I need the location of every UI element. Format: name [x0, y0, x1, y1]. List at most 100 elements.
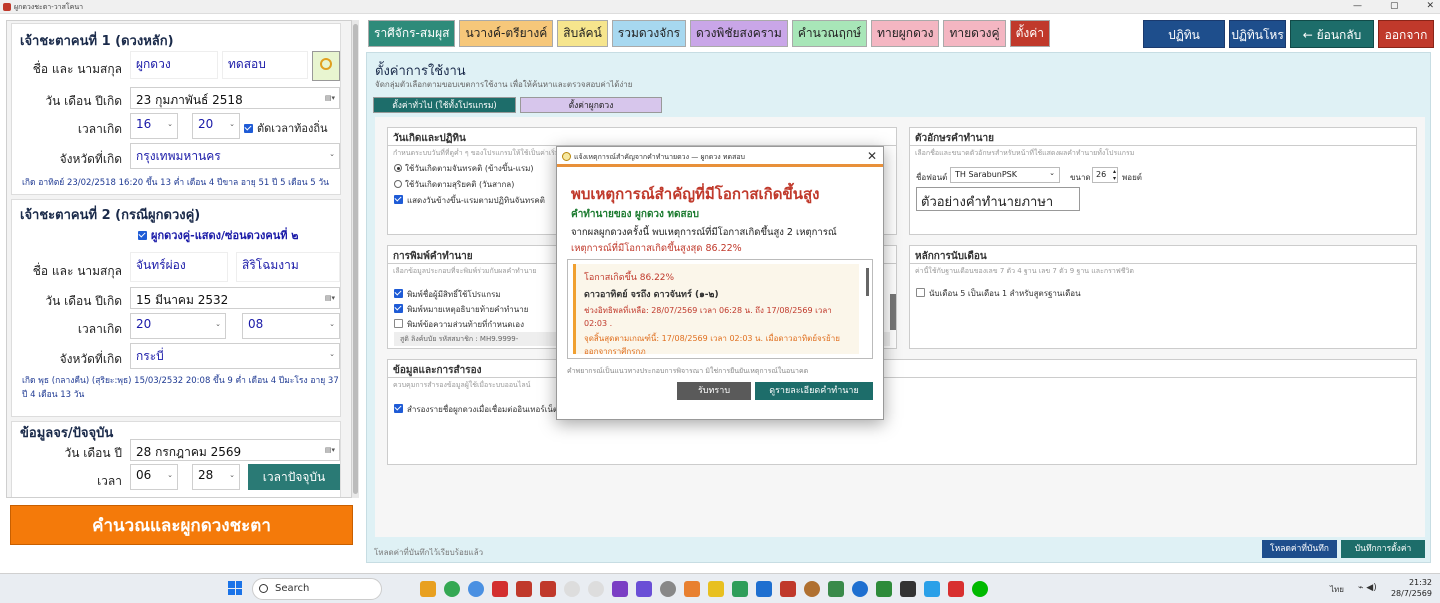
sun-icon	[562, 152, 571, 161]
tab-6[interactable]: ทายผูกดวง	[871, 20, 940, 47]
app-yellow-icon[interactable]	[708, 581, 724, 597]
tab-3[interactable]: รวมดวงจักร	[611, 20, 687, 47]
app-sky-icon[interactable]	[924, 581, 940, 597]
app-green2-icon[interactable]	[828, 581, 844, 597]
back-button[interactable]: ← ย้อนกลับ	[1290, 20, 1374, 48]
now-time-button[interactable]: เวลาปัจจุบัน	[248, 464, 340, 490]
tab-8[interactable]: ตั้งค่า	[1009, 20, 1050, 47]
acknowledge-button[interactable]: รับทราบ	[677, 382, 751, 400]
person1-minute-select[interactable]: 20 ⌄	[192, 113, 240, 139]
person2-first-name-field[interactable]: จันทร์ผ่อง	[130, 252, 228, 282]
network-volume-icons[interactable]: ⌁ ◀)	[1358, 583, 1377, 593]
chrome-icon[interactable]	[444, 581, 460, 597]
save-settings-button[interactable]: บันทึกการตั้งค่า	[1341, 540, 1425, 558]
print-footer-label: พิมพ์ข้อความส่วนท้ายที่กำหนดเอง	[407, 320, 524, 329]
app-orange-icon[interactable]	[684, 581, 700, 597]
tab-0[interactable]: ราศีจักร-สมผุส	[368, 20, 456, 47]
pair-toggle-checkbox[interactable]: ผูกดวงคู่-แสดง/ซ่อนดวงคนที่ ๒	[138, 226, 299, 244]
maximize-icon[interactable]: ▢	[1390, 1, 1399, 11]
print-panel-title: การพิมพ์คำทำนาย	[393, 251, 473, 262]
calculate-button[interactable]: คำนวณและผูกดวงชะตา	[10, 505, 353, 545]
close-icon[interactable]: ✕	[867, 149, 877, 163]
tab-2[interactable]: สิบลัคน์	[557, 20, 608, 47]
stepper-arrows-icon[interactable]: ▴ ▾	[1113, 168, 1116, 182]
clock[interactable]: 21:32 28/7/2569	[1391, 577, 1432, 599]
person2-hour-select[interactable]: 20 ⌄	[130, 313, 226, 339]
show-lunar-checkbox[interactable]: แสดงวันข้างขึ้น-แรมตามปฏิทินจันทรคติ	[394, 194, 545, 207]
person1-dob-picker[interactable]: 23 กุมภาพันธ์ 2518 ▤▾	[130, 87, 340, 109]
person2-dob-label: วัน เดือน ปีเกิด	[45, 294, 122, 308]
close-window-icon[interactable]: ✕	[1426, 1, 1434, 11]
solar-birth-radio[interactable]: ใช้วันเกิดตามสุริยคติ (วันสากล)	[394, 178, 514, 191]
print-footer-checkbox[interactable]: พิมพ์ข้อความส่วนท้ายที่กำหนดเอง	[394, 318, 524, 331]
app-thai2-icon[interactable]	[540, 581, 556, 597]
font-name-select[interactable]: TH SarabunPSK ⌄	[950, 167, 1060, 183]
person1-province-select[interactable]: กรุงเทพมหานคร ⌄	[130, 143, 340, 169]
app-blue-icon[interactable]	[756, 581, 772, 597]
taskbar-search[interactable]: Search	[252, 578, 382, 600]
font-panel-desc: เลือกชื่อและขนาดตัวอักษรสำหรับหน้าที่ใช้…	[915, 149, 1135, 157]
left-scrollbar[interactable]	[352, 20, 359, 498]
exit-button[interactable]: ออกจาก	[1378, 20, 1434, 48]
print-licensee-checkbox[interactable]: พิมพ์ชื่อผู้มีสิทธิ์ใช้โปรแกรม	[394, 288, 501, 301]
app-red2-icon[interactable]	[780, 581, 796, 597]
print-notes-checkbox[interactable]: พิมพ์หมายเหตุอธิบายท้ายคำทำนาย	[394, 303, 528, 316]
tab-general-settings[interactable]: ตั้งค่าทั่วไป (ใช้ทั้งโปรแกรม)	[373, 97, 516, 113]
checkbox-checked-icon	[244, 124, 253, 133]
app-red3-icon[interactable]	[948, 581, 964, 597]
current-minute-select[interactable]: 28 ⌄	[192, 464, 240, 490]
chevron-down-icon: ⌄	[229, 471, 235, 479]
calendar-button[interactable]: ปฏิทิน	[1143, 20, 1225, 48]
scrollbar-thumb[interactable]	[353, 24, 358, 494]
view-prediction-button[interactable]: ดูรายละเอียดคำทำนาย	[755, 382, 873, 400]
backup-checkbox[interactable]: สำรองรายชื่อผูกดวงเมื่อเชื่อมต่ออินเทอร์…	[394, 403, 558, 416]
event-card: โอกาสเกิดขึ้น 86.22% ดาวอาทิตย์ จรถึง ดา…	[573, 264, 859, 354]
visual-studio-icon[interactable]	[612, 581, 628, 597]
person2-last-name-field[interactable]: สิริโฉมงาม	[236, 252, 340, 282]
app-brown-icon[interactable]	[804, 581, 820, 597]
tab-1[interactable]: นวางค์-ตรียางค์	[459, 20, 554, 47]
edge-icon[interactable]	[468, 581, 484, 597]
person1-first-name-field[interactable]: ผูกดวง	[130, 51, 218, 79]
font-size-stepper[interactable]: 26 ▴ ▾	[1092, 167, 1118, 183]
print-scroll-thumb[interactable]	[890, 294, 896, 330]
search-person-button[interactable]	[312, 51, 340, 81]
chatgpt-icon[interactable]	[660, 581, 676, 597]
current-hour-select[interactable]: 06 ⌄	[130, 464, 178, 490]
vs-code-icon[interactable]	[636, 581, 652, 597]
tab-chart-settings[interactable]: ตั้งค่าผูกดวง	[520, 97, 662, 113]
month-count-checkbox[interactable]: นับเดือน 5 เป็นเดือน 1 สำหรับสูตรฐานเดือ…	[916, 287, 1081, 300]
person1-last-name-field[interactable]: ทดสอบ	[222, 51, 308, 79]
app-dark-icon[interactable]	[900, 581, 916, 597]
app-green-icon[interactable]	[732, 581, 748, 597]
person2-minute-select[interactable]: 08 ⌄	[242, 313, 340, 339]
clock-date: 28/7/2569	[1390, 589, 1432, 598]
line-icon[interactable]	[972, 581, 988, 597]
windows-start-icon[interactable]	[228, 581, 242, 595]
event-period: ช่วงอิทธิพลที่เหลือ: 28/07/2569 เวลา 06:…	[584, 306, 832, 328]
person2-dob-picker[interactable]: 15 มีนาคม 2532 ▤▾	[130, 287, 340, 309]
app-globe-icon[interactable]	[852, 581, 868, 597]
clock-time: 21:32	[1408, 578, 1432, 587]
active-app-icon[interactable]	[588, 581, 604, 597]
minimize-icon[interactable]: —	[1353, 1, 1362, 11]
tab-7[interactable]: ทายดวงคู่	[943, 20, 1006, 47]
app-green3-icon[interactable]	[876, 581, 892, 597]
person1-dob-label: วัน เดือน ปีเกิด	[45, 94, 122, 108]
lunar-birth-radio[interactable]: ใช้วันเกิดตามจันทรคติ (ข้างขึ้น-แรม)	[394, 162, 534, 175]
person1-hour-select[interactable]: 16 ⌄	[130, 113, 178, 139]
tab-5[interactable]: คำนวณฤกษ์	[791, 20, 868, 47]
file-explorer-icon[interactable]	[420, 581, 436, 597]
event-list-scroll-thumb[interactable]	[866, 268, 869, 296]
print-notes-label: พิมพ์หมายเหตุอธิบายท้ายคำทำนาย	[407, 305, 529, 314]
clock-app-icon[interactable]	[564, 581, 580, 597]
app-thai-icon[interactable]	[516, 581, 532, 597]
load-settings-button[interactable]: โหลดค่าที่บันทึก	[1262, 540, 1337, 558]
app-red-icon[interactable]	[492, 581, 508, 597]
local-time-checkbox[interactable]: ตัดเวลาท้องถิ่น	[244, 119, 328, 137]
language-indicator[interactable]: ไทย	[1330, 583, 1344, 596]
astro-calendar-button[interactable]: ปฏิทินโหร	[1229, 20, 1286, 48]
person2-province-select[interactable]: กระบี่ ⌄	[130, 343, 340, 369]
current-date-picker[interactable]: 28 กรกฎาคม 2569 ▤▾	[130, 439, 340, 461]
tab-4[interactable]: ดวงพิชัยสงคราม	[690, 20, 788, 47]
